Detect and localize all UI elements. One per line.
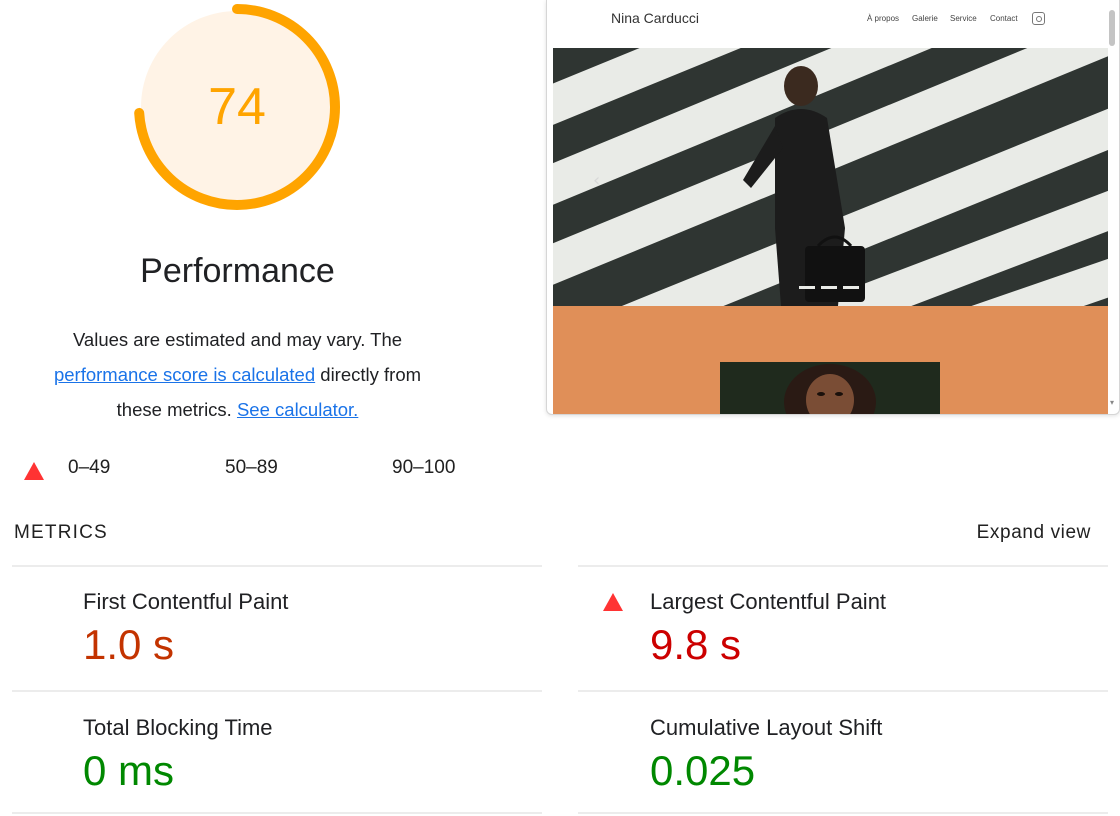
site-nav-contact: Contact (990, 14, 1018, 23)
portrait-image (720, 362, 940, 414)
divider (12, 565, 542, 567)
divider (12, 812, 542, 814)
site-nav-service: Service (950, 14, 977, 23)
score-gauge-svg: 74 (134, 4, 340, 210)
metric-name: Cumulative Layout Shift (650, 715, 883, 740)
performance-score-gauge: 74 (130, 0, 344, 214)
expand-view-toggle[interactable]: Expand view (977, 522, 1091, 544)
performance-description: Values are estimated and may vary. The p… (0, 322, 475, 427)
metric-value: 0.025 (650, 747, 756, 794)
description-after-link: directly from (315, 364, 422, 385)
performance-title: Performance (140, 252, 335, 290)
see-calculator-link[interactable]: See calculator. (237, 399, 358, 420)
about-section (553, 306, 1108, 414)
metric-name: First Contentful Paint (83, 589, 289, 614)
metric-value: 1.0 s (83, 621, 175, 668)
metric-value: 0 ms (83, 747, 175, 794)
score-value: 74 (208, 78, 266, 136)
hero-image: ‹ (553, 48, 1108, 306)
metrics-header: METRICS (14, 522, 108, 543)
red-triangle-icon (603, 593, 623, 611)
page-screenshot-thumbnail: Nina Carducci À propos Galerie Service C… (546, 0, 1120, 415)
metric-largest-contentful-paint: Largest Contentful Paint 9.8 s (603, 589, 887, 669)
legend-fail-label: 0–49 (68, 457, 111, 478)
description-line-1: Values are estimated and may vary. The (72, 329, 403, 350)
site-nav-apropos: À propos (867, 14, 900, 23)
scroll-down-arrow-icon: ▾ (1109, 398, 1114, 407)
divider (578, 565, 1108, 567)
divider (12, 690, 542, 692)
legend-average-label: 50–89 (225, 457, 278, 478)
description-prefix: these metrics. (116, 399, 237, 420)
divider (578, 690, 1108, 692)
description-line-3: these metrics. See calculator. (0, 392, 475, 427)
metric-total-blocking-time: Total Blocking Time 0 ms (83, 715, 273, 795)
instagram-icon (1032, 12, 1045, 25)
metric-value: 9.8 s (650, 621, 742, 668)
metric-name: Largest Contentful Paint (650, 589, 887, 614)
site-nav-galerie: Galerie (912, 14, 938, 23)
legend-fail: 0–49 (0, 457, 140, 487)
red-triangle-icon (24, 462, 44, 480)
legend-pass-label: 90–100 (392, 457, 456, 478)
metric-first-contentful-paint: First Contentful Paint 1.0 s (83, 589, 288, 669)
svg-text:‹: ‹ (593, 170, 600, 191)
description-line-2: performance score is calculated directly… (0, 357, 475, 392)
score-calculated-link[interactable]: performance score is calculated (54, 364, 315, 385)
metric-name: Total Blocking Time (83, 715, 273, 740)
metric-cumulative-layout-shift: Cumulative Layout Shift 0.025 (650, 715, 882, 795)
divider (578, 812, 1108, 814)
thumbnail-scrollbar (1109, 10, 1115, 46)
site-name: Nina Carducci (611, 10, 699, 26)
